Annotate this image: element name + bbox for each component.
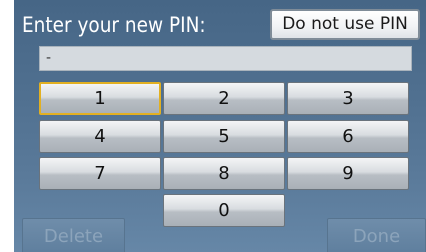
page-title: Enter your new PIN: — [22, 13, 206, 37]
key-1[interactable]: 1 — [39, 82, 161, 115]
key-5[interactable]: 5 — [163, 120, 285, 153]
key-6[interactable]: 6 — [287, 120, 409, 153]
key-4[interactable]: 4 — [39, 120, 161, 153]
key-2[interactable]: 2 — [163, 82, 285, 115]
key-8[interactable]: 8 — [163, 157, 285, 190]
pin-entry-screen: Enter your new PIN: Do not use PIN - 1 2… — [14, 0, 426, 252]
key-3[interactable]: 3 — [287, 82, 409, 115]
key-9[interactable]: 9 — [287, 157, 409, 190]
do-not-use-pin-button[interactable]: Do not use PIN — [270, 9, 420, 40]
pin-input[interactable]: - — [39, 46, 412, 71]
delete-button[interactable]: Delete — [22, 218, 125, 252]
key-0[interactable]: 0 — [163, 194, 285, 227]
key-7[interactable]: 7 — [39, 157, 161, 190]
done-button[interactable]: Done — [327, 218, 426, 252]
